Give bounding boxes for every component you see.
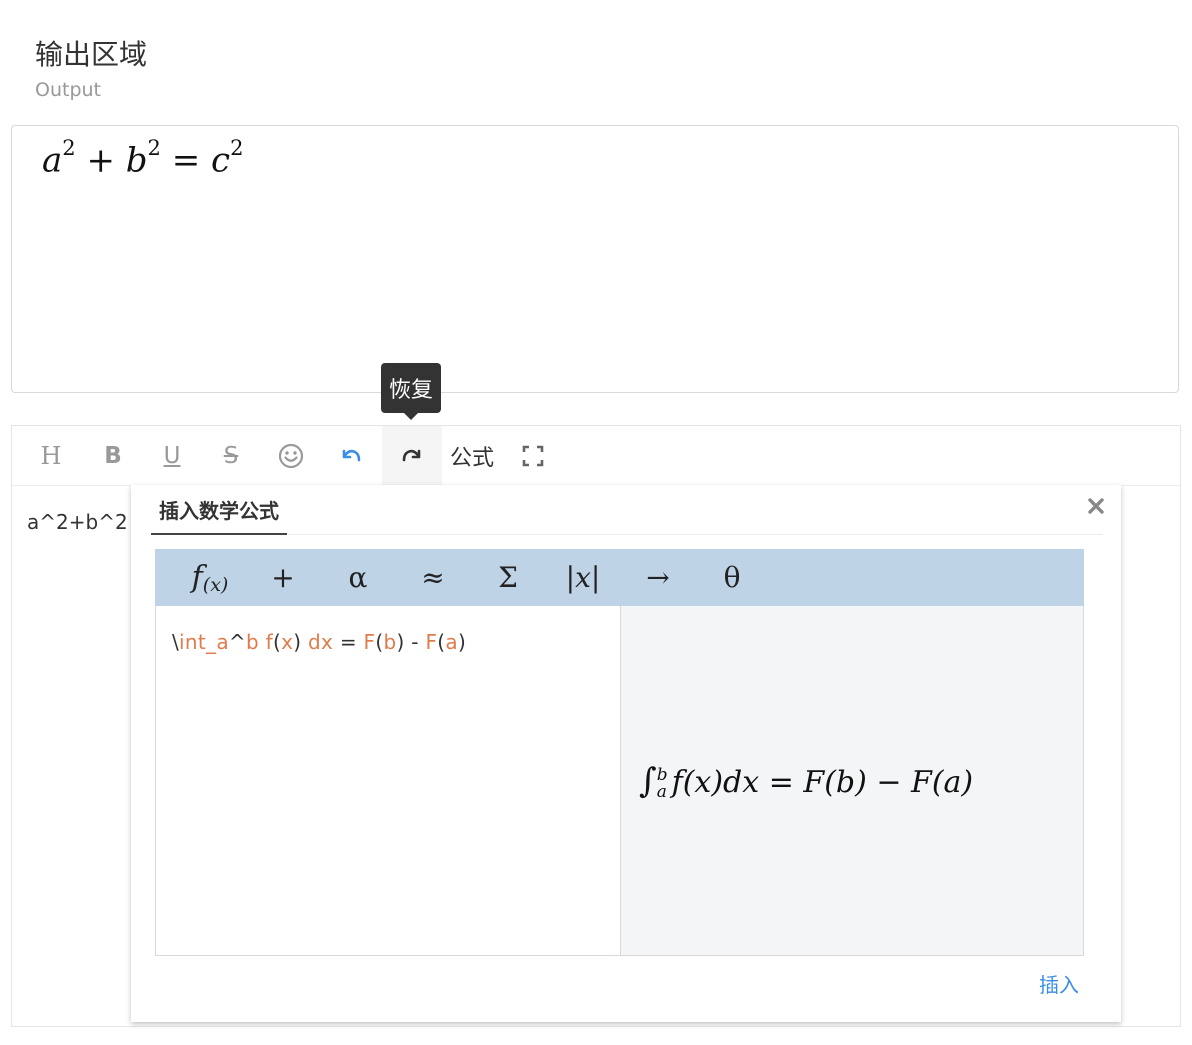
code-token: b	[383, 630, 397, 654]
formula-exp-b: 2	[147, 136, 161, 160]
page-title: 输出区域	[35, 38, 148, 71]
tab-insert-math-formula[interactable]: 插入数学公式	[151, 485, 287, 535]
preview-lower-limit: a	[656, 782, 667, 802]
math-symbol-bar: f (x) + α ≈ Σ | x | → θ	[155, 549, 1084, 606]
code-token: a	[445, 630, 458, 654]
symbol-function[interactable]: f (x)	[177, 549, 243, 606]
code-token: -	[411, 630, 419, 654]
preview-body: f(x)dx = F(b) − F(a)	[671, 765, 974, 800]
code-token: )	[396, 630, 405, 654]
symbol-fx-arg: (x)	[202, 573, 229, 596]
code-token: F	[425, 630, 438, 654]
smiley-icon	[278, 443, 304, 469]
bold-button[interactable]: B	[92, 426, 134, 486]
output-formula: a2 + b2 = c2	[42, 136, 243, 181]
code-token: F	[363, 630, 376, 654]
symbol-f: f	[191, 560, 203, 595]
editor-content[interactable]: a^2+b^2	[27, 510, 128, 534]
code-token: )	[457, 630, 467, 654]
fullscreen-icon	[522, 445, 544, 467]
formula-preview: ∫b a f(x)dx = F(b) − F(a)	[620, 606, 1083, 955]
latex-input[interactable]: \int_a^b f(x) dx = F(b) - F(a)	[156, 606, 620, 955]
symbol-plus[interactable]: +	[258, 549, 308, 606]
preview-integral: ∫	[639, 761, 657, 801]
latex-code: \int_a^b f(x) dx = F(b) - F(a)	[172, 630, 466, 654]
undo-button[interactable]	[330, 426, 372, 486]
formula-button[interactable]: 公式	[444, 426, 500, 486]
code-token: )	[293, 630, 302, 654]
underline-button[interactable]: U	[151, 426, 193, 486]
page-subtitle: Output	[35, 79, 101, 101]
formula-var-a: a	[42, 140, 63, 181]
symbol-arrow[interactable]: →	[633, 549, 683, 606]
undo-icon	[342, 449, 361, 462]
symbol-abs-right: |	[590, 561, 601, 594]
emoji-button[interactable]	[270, 426, 312, 486]
redo-icon	[402, 449, 421, 462]
formula-var-b: b	[125, 140, 148, 181]
code-token: int_a	[179, 630, 229, 654]
fullscreen-button[interactable]	[512, 426, 554, 486]
code-token: =	[339, 630, 357, 654]
close-icon	[1088, 498, 1104, 514]
symbol-alpha[interactable]: α	[333, 549, 383, 606]
insert-button[interactable]: 插入	[1039, 969, 1079, 998]
output-area: a2 + b2 = c2	[11, 125, 1179, 393]
symbol-abs-x: x	[575, 561, 591, 594]
dialog-close-button[interactable]	[1085, 495, 1107, 517]
formula-plus: +	[86, 140, 115, 181]
code-token: dx	[308, 630, 334, 654]
code-token: ^	[228, 630, 246, 654]
formula-exp-a: 2	[62, 136, 76, 160]
code-token: x	[281, 630, 294, 654]
math-formula-dialog: 插入数学公式 f (x) + α ≈ Σ | x | → θ \int_a^b f(x…	[131, 485, 1121, 1022]
symbol-theta[interactable]: θ	[707, 549, 757, 606]
formula-panes: \int_a^b f(x) dx = F(b) - F(a) ∫b a f(x)dx…	[155, 606, 1084, 956]
preview-formula: ∫b a f(x)dx = F(b) − F(a)	[639, 761, 973, 801]
code-token: b	[245, 630, 259, 654]
dialog-tab-bar: 插入数学公式	[151, 485, 1103, 535]
formula-var-c: c	[211, 140, 231, 181]
formula-exp-c: 2	[230, 136, 244, 160]
strikethrough-button[interactable]: S	[210, 426, 252, 486]
code-token: f	[265, 630, 273, 654]
code-token: \	[172, 630, 180, 654]
symbol-abs[interactable]: | x |	[555, 549, 611, 606]
formula-equals: =	[171, 140, 201, 181]
redo-button[interactable]	[382, 426, 442, 486]
redo-tooltip: 恢复	[381, 363, 441, 420]
heading-button[interactable]: H	[30, 426, 72, 486]
code-token: (	[272, 630, 282, 654]
symbol-approx[interactable]: ≈	[408, 549, 458, 606]
symbol-abs-left: |	[565, 561, 576, 594]
symbol-sigma[interactable]: Σ	[483, 549, 533, 606]
editor-toolbar: H B U S 公式	[12, 426, 1180, 486]
